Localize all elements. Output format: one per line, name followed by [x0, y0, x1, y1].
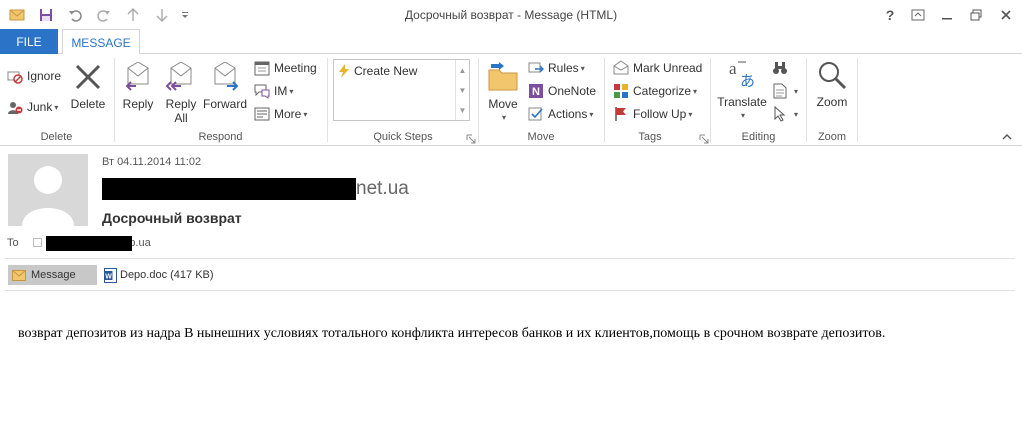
word-document-icon: W — [104, 267, 117, 283]
message-subject: Досрочный возврат — [102, 210, 242, 226]
attachments-divider — [5, 290, 1015, 291]
scroll-down-icon[interactable]: ▼ — [456, 80, 469, 100]
sender-redaction — [102, 178, 356, 200]
follow-up-button[interactable]: Follow Up ▾ — [612, 104, 692, 124]
tab-file[interactable]: FILE — [0, 29, 58, 54]
group-label-editing: Editing — [741, 131, 776, 143]
delete-button[interactable]: Delete — [68, 60, 108, 111]
forward-button[interactable]: Forward — [203, 60, 247, 111]
recipient-redaction — [46, 236, 132, 251]
ignore-icon — [6, 67, 24, 85]
select-button[interactable]: ▾ — [771, 104, 798, 124]
svg-text:a: a — [729, 59, 737, 78]
minimize-icon[interactable] — [938, 6, 956, 24]
window-title: Досрочный возврат - Message (HTML) — [404, 8, 618, 22]
rules-button[interactable]: Rules ▾ — [527, 58, 585, 78]
junk-button[interactable]: Junk ▾ — [6, 97, 58, 117]
create-new-quick-step[interactable]: Create New — [338, 64, 417, 78]
group-separator — [327, 58, 328, 142]
scroll-up-icon[interactable]: ▲ — [456, 60, 469, 80]
lightning-icon — [338, 64, 350, 78]
reply-all-icon — [164, 60, 198, 94]
cursor-icon — [771, 105, 789, 123]
attachment-file[interactable]: W Depo.doc (417 KB) — [104, 265, 214, 285]
more-icon — [253, 105, 271, 123]
magnifier-icon — [815, 58, 849, 92]
document-icon — [771, 82, 789, 100]
categorize-button[interactable]: Categorize ▾ — [612, 81, 697, 101]
envelope-icon — [12, 269, 26, 281]
message-body: возврат депозитов из надра В нынешних ус… — [18, 326, 886, 341]
recipient-presence-icon — [33, 238, 42, 247]
actions-button[interactable]: Actions ▾ — [527, 104, 593, 124]
group-label-move: Move — [527, 131, 555, 143]
meeting-button[interactable]: Meeting — [253, 58, 317, 78]
reply-all-button[interactable]: Reply All — [160, 60, 202, 125]
rules-icon — [527, 59, 545, 77]
translate-icon: aあ — [725, 58, 759, 92]
binoculars-icon — [771, 59, 789, 77]
im-icon — [253, 82, 271, 100]
header-divider — [5, 258, 1015, 259]
svg-text:N: N — [532, 86, 540, 98]
quick-steps-launcher-icon[interactable] — [466, 134, 476, 144]
svg-text:W: W — [105, 273, 112, 280]
group-separator — [478, 58, 479, 142]
group-separator — [114, 58, 115, 142]
sender-avatar — [8, 154, 88, 226]
collapse-ribbon-icon[interactable] — [1002, 133, 1012, 141]
attachment-message-tab[interactable]: Message — [8, 265, 97, 285]
title-bar: Досрочный возврат - Message (HTML) ? — [0, 0, 1022, 30]
tags-launcher-icon[interactable] — [699, 134, 709, 144]
mark-unread-icon — [612, 59, 630, 77]
reply-icon — [121, 60, 155, 94]
flag-icon — [612, 105, 630, 123]
im-button[interactable]: IM ▾ — [253, 81, 293, 101]
ribbon-tabs: FILE MESSAGE — [0, 29, 1022, 55]
onenote-button[interactable]: N OneNote — [527, 81, 596, 101]
ribbon: Ignore Junk ▾ Delete Delete Reply Reply A… — [0, 54, 1022, 146]
translate-button[interactable]: aあ Translate ▾ — [716, 58, 768, 123]
restore-icon[interactable] — [967, 6, 985, 24]
zoom-button[interactable]: Zoom — [811, 58, 853, 109]
message-date: Вт 04.11.2014 11:02 — [102, 156, 202, 168]
close-icon[interactable] — [997, 6, 1015, 24]
junk-icon — [6, 98, 24, 116]
ignore-button[interactable]: Ignore — [6, 66, 61, 86]
group-label-delete: Delete — [40, 131, 73, 143]
reply-button[interactable]: Reply — [118, 60, 158, 111]
to-label: To — [7, 237, 19, 249]
ribbon-display-options-icon[interactable] — [909, 6, 927, 24]
group-separator — [806, 58, 807, 142]
group-separator — [857, 58, 858, 142]
forward-icon — [208, 60, 242, 94]
group-separator — [710, 58, 711, 142]
help-icon[interactable]: ? — [881, 6, 899, 24]
move-folder-icon — [486, 60, 520, 94]
delete-icon — [71, 60, 105, 94]
svg-text:あ: あ — [740, 72, 755, 90]
more-respond-button[interactable]: More ▾ — [253, 104, 307, 124]
group-label-zoom: Zoom — [817, 131, 847, 143]
group-label-quick-steps: Quick Steps — [373, 131, 433, 143]
onenote-icon: N — [527, 82, 545, 100]
related-button[interactable]: ▾ — [771, 81, 798, 101]
tab-message[interactable]: MESSAGE — [62, 29, 140, 55]
expand-gallery-icon[interactable]: ▼ — [456, 100, 469, 120]
quick-steps-gallery[interactable]: Create New ▲ ▼ ▼ — [333, 59, 470, 121]
calendar-icon — [253, 59, 271, 77]
find-button[interactable] — [771, 58, 792, 78]
quick-steps-scrollbar[interactable]: ▲ ▼ ▼ — [455, 60, 469, 120]
move-button[interactable]: Move ▾ — [483, 60, 523, 125]
group-label-tags: Tags — [638, 131, 662, 143]
group-separator — [604, 58, 605, 142]
group-label-respond: Respond — [198, 131, 243, 143]
categorize-icon — [612, 82, 630, 100]
actions-icon — [527, 105, 545, 123]
mark-unread-button[interactable]: Mark Unread — [612, 58, 702, 78]
